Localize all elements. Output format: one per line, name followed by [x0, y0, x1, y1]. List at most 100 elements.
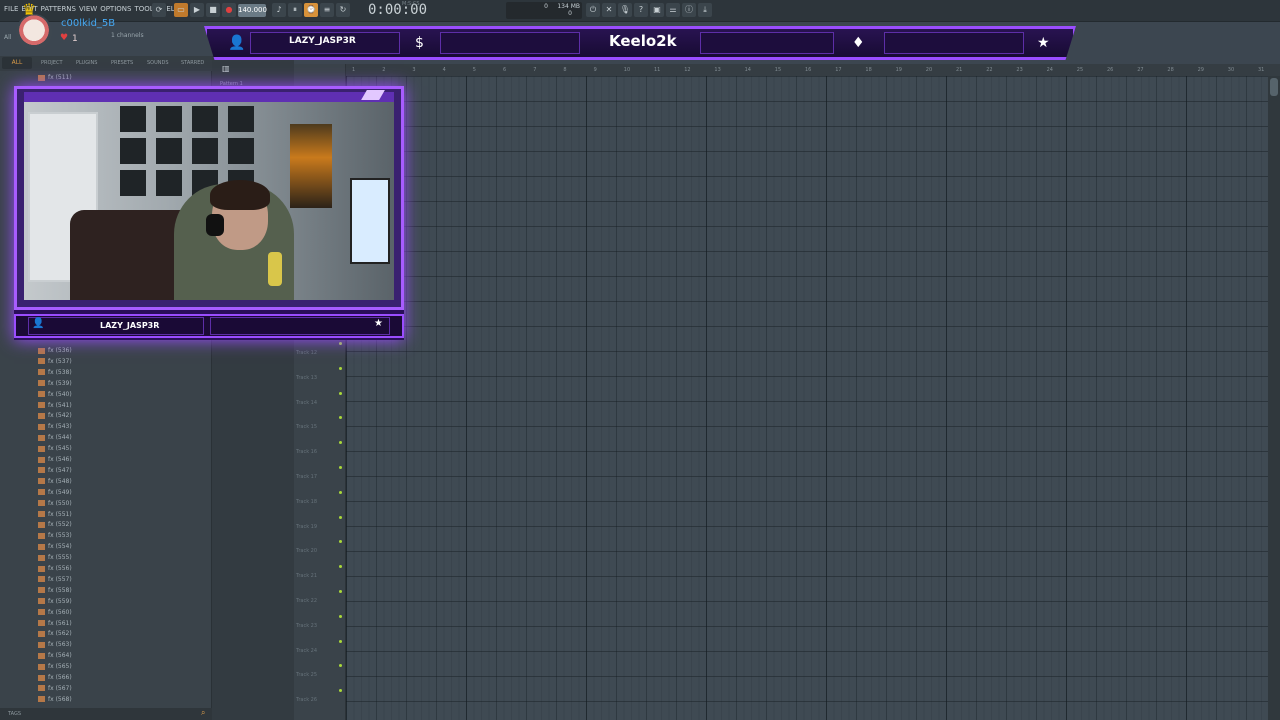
blend-notes-icon[interactable]: ≡ [320, 3, 334, 17]
track-label[interactable]: Track 21 [296, 573, 317, 579]
countdown-icon[interactable]: ⌚ [304, 3, 318, 17]
filter-all-label[interactable]: All [4, 34, 11, 41]
plugin-picker-icon[interactable]: ✕ [602, 3, 616, 17]
scroll-thumb[interactable] [1270, 78, 1278, 96]
track-mute-indicator[interactable] [339, 590, 342, 593]
mixer-icon[interactable]: ⚌ [666, 3, 680, 17]
list-item[interactable]: fx (551) [38, 510, 72, 520]
record-icon[interactable]: ● [222, 3, 236, 17]
track-label[interactable]: Track 26 [296, 697, 317, 703]
list-item[interactable]: fx (540) [38, 390, 72, 400]
track-label[interactable]: Track 17 [296, 474, 317, 480]
menu-item-patterns[interactable]: PATTERNS [41, 5, 76, 13]
tab-presets[interactable]: PRESETS [111, 60, 133, 66]
piano-icon[interactable]: ▥ [222, 64, 230, 73]
track-mute-indicator[interactable] [339, 664, 342, 668]
pattern-song-toggle[interactable]: ▭ [174, 3, 188, 17]
list-item[interactable]: fx (557) [38, 575, 72, 585]
track-label[interactable]: Track 16 [296, 449, 317, 455]
track-mute-indicator[interactable] [339, 391, 342, 395]
track-mute-indicator[interactable] [339, 366, 342, 370]
list-item[interactable]: fx (542) [38, 411, 72, 421]
list-item[interactable]: fx (538) [38, 368, 72, 378]
list-item[interactable]: fx (545) [38, 444, 72, 454]
list-item[interactable]: fx (541) [38, 401, 72, 411]
track-mute-indicator[interactable] [339, 639, 342, 643]
info-icon[interactable]: ⓘ [682, 3, 696, 17]
list-item[interactable]: fx (548) [38, 477, 72, 487]
list-item[interactable]: fx (558) [38, 586, 72, 596]
list-item[interactable]: fx (553) [38, 531, 72, 541]
track-label[interactable]: Track 13 [296, 375, 317, 381]
list-item[interactable]: fx (567) [38, 684, 72, 694]
track-mute-indicator[interactable] [339, 540, 342, 544]
download-icon[interactable]: ⤓ [698, 3, 712, 17]
save-icon[interactable]: ▣ [650, 3, 664, 17]
list-item[interactable]: fx (556) [38, 564, 72, 574]
track-mute-indicator[interactable] [339, 490, 342, 494]
metronome-icon[interactable]: ♪ [272, 3, 286, 17]
list-item[interactable]: fx (547) [38, 466, 72, 476]
track-mute-indicator[interactable] [339, 614, 342, 618]
help-icon[interactable]: ? [634, 3, 648, 17]
list-item[interactable]: fx (552) [38, 520, 72, 530]
track-label[interactable]: Track 22 [296, 598, 317, 604]
list-item[interactable]: fx (568) [38, 695, 72, 705]
list-item[interactable]: fx (537) [38, 357, 72, 367]
list-item[interactable]: fx (562) [38, 629, 72, 639]
track-mute-indicator[interactable] [339, 416, 342, 420]
refresh-icon[interactable]: ⟳ [152, 3, 166, 17]
list-item[interactable]: fx (511) [38, 73, 72, 83]
wait-input-icon[interactable]: ⏸ [288, 3, 302, 17]
list-item[interactable]: fx (563) [38, 640, 72, 650]
tab-all[interactable]: ALL [2, 57, 32, 69]
list-item[interactable]: fx (536) [38, 346, 72, 356]
loop-record-icon[interactable]: ↻ [336, 3, 350, 17]
track-label[interactable]: Track 15 [296, 424, 317, 430]
list-item[interactable]: fx (566) [38, 673, 72, 683]
menu-item-view[interactable]: VIEW [79, 5, 97, 13]
search-icon[interactable]: ⌕ [201, 708, 205, 718]
tab-plugins[interactable]: PLUGINS [76, 60, 97, 66]
track-label[interactable]: Track 19 [296, 524, 317, 530]
playlist-grid[interactable] [346, 76, 1268, 720]
track-label[interactable]: Track 18 [296, 499, 317, 505]
track-label[interactable]: Track 12 [296, 350, 317, 356]
track-mute-indicator[interactable] [339, 689, 342, 693]
tempo-display[interactable]: 140.000 [238, 4, 267, 17]
tab-project[interactable]: PROJECT [41, 60, 63, 66]
track-label[interactable]: Track 23 [296, 623, 317, 629]
stop-icon[interactable]: ■ [206, 3, 220, 17]
online-icon[interactable]: ⏻ [586, 3, 600, 17]
list-item[interactable]: fx (554) [38, 542, 72, 552]
track-mute-indicator[interactable] [339, 565, 342, 569]
track-mute-indicator[interactable] [339, 515, 342, 519]
track-mute-indicator[interactable] [339, 342, 342, 345]
list-item[interactable]: fx (565) [38, 662, 72, 672]
track-mute-indicator[interactable] [339, 441, 342, 445]
list-item[interactable]: fx (546) [38, 455, 72, 465]
track-label[interactable]: Track 14 [296, 400, 317, 406]
play-icon[interactable]: ▶ [190, 3, 204, 17]
list-item[interactable]: fx (555) [38, 553, 72, 563]
track-mute-indicator[interactable] [339, 466, 342, 469]
list-item[interactable]: fx (539) [38, 379, 72, 389]
vertical-scrollbar[interactable] [1268, 76, 1280, 720]
menu-item-file[interactable]: FILE [4, 5, 18, 13]
list-item[interactable]: fx (559) [38, 597, 72, 607]
list-item[interactable]: fx (544) [38, 433, 72, 443]
list-item[interactable]: fx (550) [38, 499, 72, 509]
track-label[interactable]: Track 25 [296, 672, 317, 678]
menu-item-options[interactable]: OPTIONS [100, 5, 131, 13]
tab-sounds[interactable]: SOUNDS [147, 60, 169, 66]
list-item[interactable]: fx (549) [38, 488, 72, 498]
list-item[interactable]: fx (543) [38, 422, 72, 432]
list-item[interactable]: fx (564) [38, 651, 72, 661]
track-label[interactable]: Track 24 [296, 648, 317, 654]
mic-icon[interactable]: 🎙 [618, 3, 632, 17]
list-item[interactable]: fx (561) [38, 619, 72, 629]
tab-starred[interactable]: STARRED [181, 60, 204, 66]
timeline-ruler[interactable]: 1 2 3 4 5 6 7 8 9 10 11 12 13 14 15 16 17 18 19 20 21 22 23 24 2… [346, 64, 1280, 76]
list-item[interactable]: fx (560) [38, 608, 72, 618]
track-label[interactable]: Track 20 [296, 548, 317, 554]
